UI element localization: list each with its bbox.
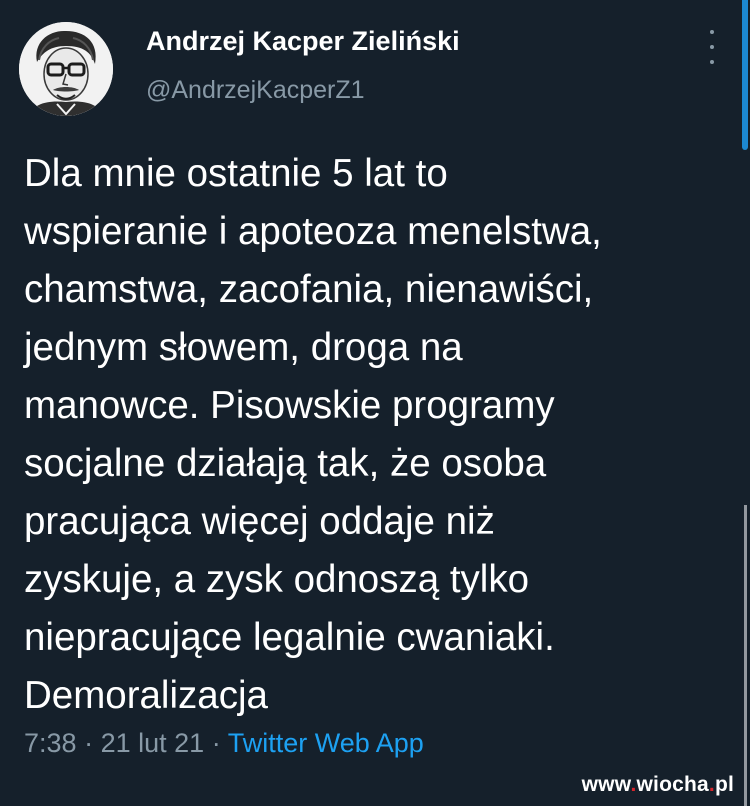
author-display-name[interactable]: Andrzej Kacper Zieliński — [146, 26, 460, 57]
meta-separator: · — [84, 728, 94, 758]
tweet-text: Dla mnie ostatnie 5 lat to wspieranie i … — [24, 145, 729, 725]
tweet-date[interactable]: 21 lut 21 — [101, 728, 205, 758]
scrollbar-thumb[interactable] — [742, 0, 748, 150]
tweet-text-line: niepracujące legalnie cwaniaki. — [24, 616, 555, 659]
tweet-text-line: zyskuje, a zysk odnoszą tylko — [24, 558, 529, 601]
watermark-name: wiocha — [636, 773, 709, 796]
tweet-text-line: socjalne działają tak, że osoba — [24, 442, 547, 485]
avatar-sketch-icon — [19, 22, 113, 116]
more-options-button[interactable] — [700, 30, 724, 64]
tweet-text-line: Demoralizacja — [24, 674, 268, 717]
scrollbar-track — [744, 505, 747, 806]
tweet-card: Andrzej Kacper Zieliński @AndrzejKacperZ… — [0, 0, 750, 806]
watermark-tld: pl — [714, 773, 734, 796]
tweet-source-link[interactable]: Twitter Web App — [228, 728, 424, 758]
author-handle[interactable]: @AndrzejKacperZ1 — [146, 76, 365, 105]
watermark: www.wiocha.pl — [582, 773, 734, 797]
watermark-prefix: www — [581, 773, 631, 796]
more-vertical-icon — [710, 30, 714, 34]
tweet-text-line: chamstwa, zacofania, nienawiści, — [24, 268, 594, 311]
more-vertical-icon-dot — [710, 45, 714, 49]
scrollbar[interactable] — [742, 0, 750, 806]
tweet-text-line: manowce. Pisowskie programy — [24, 384, 555, 427]
tweet-text-line: wspieranie i apoteoza menelstwa, — [24, 210, 602, 253]
avatar[interactable] — [19, 22, 113, 116]
meta-separator: · — [211, 728, 221, 758]
tweet-text-line: pracująca więcej oddaje niż — [24, 500, 495, 543]
tweet-text-line: jednym słowem, droga na — [24, 326, 463, 369]
tweet-time[interactable]: 7:38 — [24, 728, 77, 758]
more-vertical-icon-dot — [710, 60, 714, 64]
tweet-text-line: Dla mnie ostatnie 5 lat to — [24, 152, 448, 195]
tweet-metadata: 7:38 · 21 lut 21 · Twitter Web App — [24, 728, 424, 759]
